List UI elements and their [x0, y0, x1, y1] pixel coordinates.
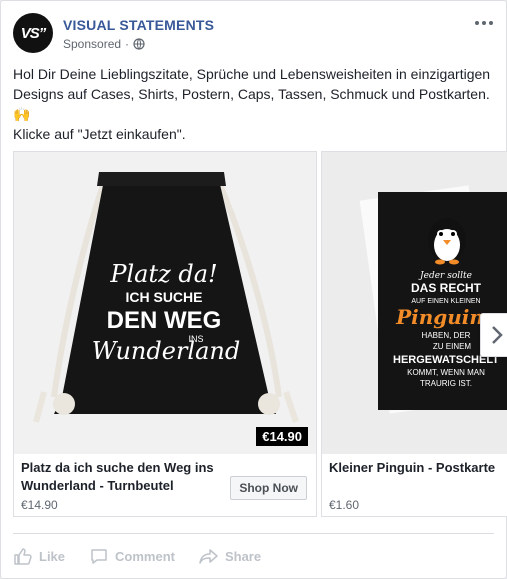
thumbs-up-icon: [14, 548, 32, 565]
meta-separator: ·: [125, 37, 130, 51]
comment-bubble-icon: [91, 549, 107, 564]
product-title-postkarte[interactable]: Kleiner Pinguin - Postkarte: [329, 459, 507, 477]
post-text: Hol Dir Deine Lieblingszitate, Sprüche u…: [13, 64, 497, 144]
comment-label: Comment: [115, 548, 175, 564]
card-print-line-3: AUF EINEN KLEINEN: [411, 298, 480, 305]
product-image-turnbeutel[interactable]: Platz da! ICH SUCHE DEN WEG INS Wunderla…: [14, 152, 316, 454]
bag-print-line-2: ICH SUCHE: [125, 289, 202, 305]
share-label: Share: [224, 548, 262, 564]
post-meta: Sponsored ·: [63, 37, 145, 51]
share-arrow-icon: [199, 549, 218, 564]
globe-icon: [133, 38, 145, 50]
product-card-turnbeutel[interactable]: Platz da! ICH SUCHE DEN WEG INS Wunderla…: [13, 151, 317, 517]
sponsored-post: VS” VISUAL STATEMENTS Sponsored · Hol Di…: [0, 0, 507, 579]
card-print-line-4: Pinguin: [395, 305, 484, 329]
bag-print-line-1: Platz da!: [109, 260, 217, 288]
share-button[interactable]: Share: [199, 546, 261, 566]
price-tag-turnbeutel: €14.90: [256, 427, 308, 446]
bag-print-line-3: DEN WEG: [107, 307, 222, 334]
avatar[interactable]: VS”: [13, 13, 53, 53]
card-print-line-2: DAS RECHT: [411, 281, 482, 295]
sponsored-label[interactable]: Sponsored: [63, 37, 121, 51]
card-print-line-6: ZU EINEM: [433, 342, 472, 351]
product-carousel: Platz da! ICH SUCHE DEN WEG INS Wunderla…: [13, 151, 507, 517]
turnbeutel-illustration: Platz da! ICH SUCHE DEN WEG INS Wunderla…: [14, 152, 316, 454]
chevron-right-icon: [492, 326, 503, 344]
postkarte-illustration: Jeder sollte DAS RECHT AUF EINEN KLEINEN…: [322, 152, 507, 454]
card-print-line-9: TRAURIG IST.: [420, 379, 472, 388]
card-print-line-1: Jeder sollte: [418, 271, 472, 281]
product-price-turnbeutel: €14.90: [21, 498, 58, 512]
shop-now-button[interactable]: Shop Now: [230, 476, 307, 500]
post-text-line-1: Hol Dir Deine Lieblingszitate, Sprüche u…: [13, 66, 491, 122]
action-divider: [13, 533, 494, 534]
product-title-turnbeutel[interactable]: Platz da ich suche den Weg ins Wunderlan…: [21, 459, 221, 495]
card-print-line-5: HABEN, DER: [422, 331, 471, 340]
more-options-icon[interactable]: [474, 17, 494, 29]
post-text-line-2: Klicke auf "Jetzt einkaufen".: [13, 126, 186, 142]
like-label: Like: [39, 548, 66, 564]
product-price-postkarte: €1.60: [329, 498, 360, 512]
card-print-line-8: KOMMT, WENN MAN: [407, 368, 485, 377]
comment-button[interactable]: Comment: [89, 546, 175, 566]
post-header: VS” VISUAL STATEMENTS Sponsored ·: [13, 13, 494, 57]
page-name-link[interactable]: VISUAL STATEMENTS: [63, 17, 214, 33]
post-actions: Like Comment Share: [13, 541, 261, 571]
bag-print-line-5: Wunderland: [92, 337, 240, 365]
product-image-postkarte[interactable]: Jeder sollte DAS RECHT AUF EINEN KLEINEN…: [322, 152, 507, 454]
like-button[interactable]: Like: [13, 546, 65, 566]
carousel-next-button[interactable]: [480, 313, 507, 357]
